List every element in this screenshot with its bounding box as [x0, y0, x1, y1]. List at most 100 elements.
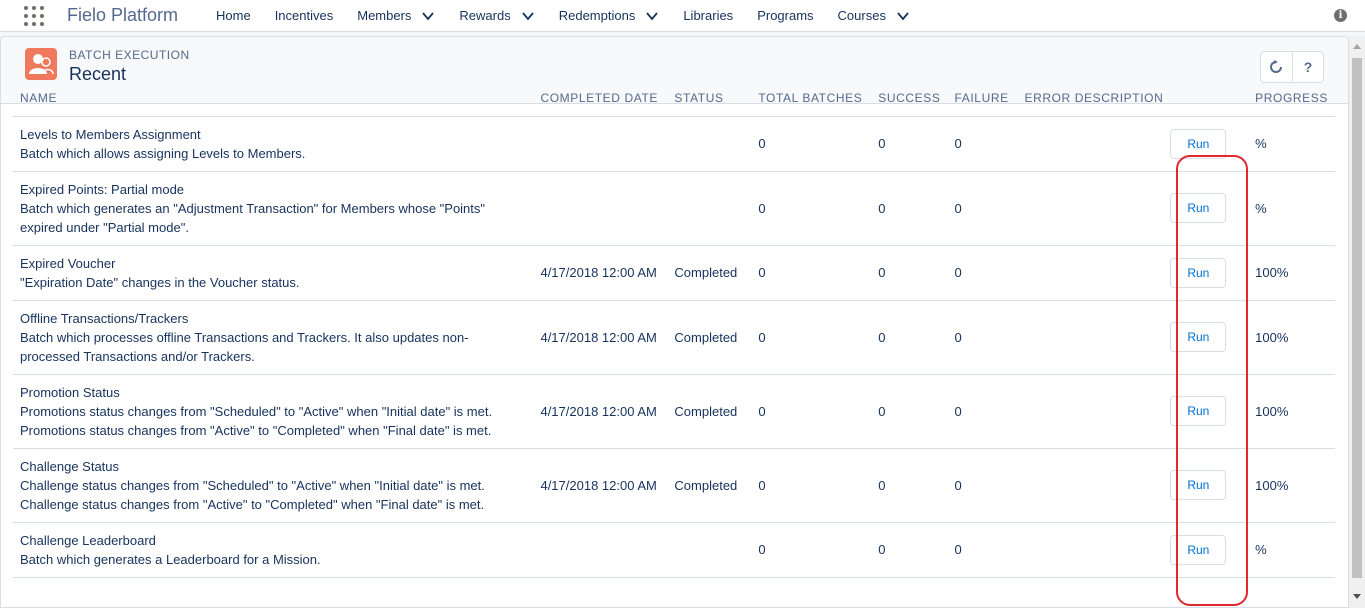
run-button[interactable]: Run	[1170, 470, 1227, 500]
nav-item-incentives[interactable]: Incentives	[263, 0, 346, 31]
progress: 100%	[1248, 245, 1335, 301]
success-count: 0	[871, 300, 948, 375]
status: Completed	[667, 245, 752, 301]
run-button[interactable]: Run	[1170, 193, 1227, 223]
run-button[interactable]: Run	[1170, 322, 1227, 352]
column-header: ERROR DESCRIPTION	[1017, 80, 1171, 117]
progress: 100%	[1248, 300, 1335, 375]
failure-count: 0	[947, 116, 1018, 172]
nav-item-rewards[interactable]: Rewards	[447, 0, 546, 31]
nav-bar: Home Incentives Members Rewards Redemptions L…	[204, 0, 922, 31]
batch-description: Batch which processes offline Transactio…	[20, 329, 469, 364]
nav-item-libraries[interactable]: Libraries	[671, 0, 745, 31]
nav-item-courses[interactable]: Courses	[826, 0, 922, 31]
column-header: STATUS	[667, 80, 752, 117]
batch-object-icon	[25, 48, 57, 80]
completed-date	[533, 171, 668, 246]
batch-name: Expired Voucher	[20, 255, 116, 271]
column-header: FAILURE	[947, 80, 1018, 117]
column-header	[1170, 80, 1249, 117]
chevron-down-icon[interactable]	[421, 9, 435, 23]
app-launcher-icon[interactable]	[24, 6, 46, 26]
info-icon[interactable]: i	[1334, 9, 1347, 22]
completed-date: 4/17/2018 12:00 AM	[533, 245, 668, 301]
run-button[interactable]: Run	[1170, 257, 1227, 288]
failure-count: 0	[947, 171, 1018, 246]
run-cell: Run	[1170, 522, 1249, 578]
scroll-thumb[interactable]	[1352, 58, 1362, 578]
failure-count: 0	[947, 245, 1018, 301]
nav-item-programs[interactable]: Programs	[745, 0, 825, 31]
batch-name-cell: Expired Voucher "Expiration Date" changes…	[13, 245, 534, 301]
nav-item-members[interactable]: Members	[345, 0, 447, 31]
batch-description: Challenge status changes from "Scheduled…	[20, 477, 485, 512]
help-button[interactable]: ?	[1291, 52, 1323, 82]
run-cell: Run	[1170, 448, 1249, 523]
chevron-down-icon[interactable]	[896, 9, 910, 23]
app-name: Fielo Platform	[67, 5, 179, 25]
table-row: Challenge Leaderboard Batch which generat…	[13, 522, 1335, 578]
batch-name-cell: Challenge Leaderboard Batch which generat…	[13, 522, 534, 578]
failure-count: 0	[947, 374, 1018, 449]
table-row: Challenge Status Challenge status changes…	[13, 448, 1335, 523]
batch-name: Levels to Members Assignment	[20, 126, 201, 142]
success-count: 0	[871, 522, 948, 578]
batch-name-cell: Offline Transactions/Trackers Batch which…	[13, 300, 534, 375]
global-nav: Fielo Platform Home Incentives Members Rewa…	[0, 0, 1365, 32]
chevron-down-icon[interactable]	[521, 9, 535, 23]
run-cell: Run	[1170, 171, 1249, 246]
header-button-group: ?	[1260, 51, 1324, 83]
scroll-up-arrow-icon[interactable]	[1353, 44, 1361, 49]
nav-item-label: Home	[216, 8, 251, 23]
batch-description: Promotions status changes from "Schedule…	[20, 403, 493, 438]
nav-item-label: Members	[357, 8, 412, 23]
batch-description: "Expiration Date" changes in the Voucher…	[20, 274, 300, 290]
completed-date: 4/17/2018 12:00 AM	[533, 374, 668, 449]
error-description	[1017, 522, 1171, 578]
nav-item-label: Incentives	[274, 8, 334, 23]
run-cell: Run	[1170, 116, 1249, 172]
failure-count: 0	[947, 522, 1018, 578]
failure-count: 0	[947, 300, 1018, 375]
error-description	[1017, 300, 1171, 375]
status: Completed	[667, 374, 752, 449]
status: Completed	[667, 300, 752, 375]
progress: %	[1248, 171, 1335, 246]
failure-count: 0	[947, 448, 1018, 523]
run-button[interactable]: Run	[1170, 128, 1227, 159]
completed-date	[533, 116, 668, 172]
batch-name: Expired Points: Partial mode	[20, 181, 185, 197]
scroll-down-arrow-icon[interactable]	[1353, 594, 1361, 599]
nav-item-label: Libraries	[683, 8, 734, 23]
chevron-down-icon[interactable]	[645, 9, 659, 23]
run-button[interactable]: Run	[1170, 396, 1227, 426]
scrollbar[interactable]	[1349, 36, 1365, 608]
refresh-icon	[1270, 60, 1283, 73]
run-button[interactable]: Run	[1170, 534, 1227, 565]
table-row: Expired Voucher "Expiration Date" changes…	[13, 245, 1335, 301]
total-batches: 0	[751, 522, 872, 578]
batch-name: Offline Transactions/Trackers	[20, 310, 189, 326]
error-description	[1017, 245, 1171, 301]
total-batches: 0	[751, 448, 872, 523]
nav-item-home[interactable]: Home	[204, 0, 263, 31]
batch-name-cell: Promotion Status Promotions status change…	[13, 374, 534, 449]
error-description	[1017, 448, 1171, 523]
batch-name-cell: Expired Points: Partial mode Batch which …	[13, 171, 534, 246]
batch-description: Batch which allows assigning Levels to M…	[20, 145, 306, 161]
success-count: 0	[871, 448, 948, 523]
success-count: 0	[871, 116, 948, 172]
batch-name: Challenge Leaderboard	[20, 532, 156, 548]
nav-item-label: Rewards	[459, 8, 511, 23]
batch-name: Promotion Status	[20, 384, 120, 400]
table-row: Promotion Status Promotions status change…	[13, 374, 1335, 449]
nav-item-label: Programs	[757, 8, 814, 23]
run-cell: Run	[1170, 300, 1249, 375]
nav-item-redemptions[interactable]: Redemptions	[547, 0, 672, 31]
refresh-button[interactable]	[1261, 52, 1292, 82]
column-header: NAME	[13, 80, 534, 117]
progress: %	[1248, 116, 1335, 172]
table-row: Levels to Members Assignment Batch which …	[13, 116, 1335, 172]
nav-item-label: Redemptions	[558, 8, 636, 23]
progress: 100%	[1248, 374, 1335, 449]
